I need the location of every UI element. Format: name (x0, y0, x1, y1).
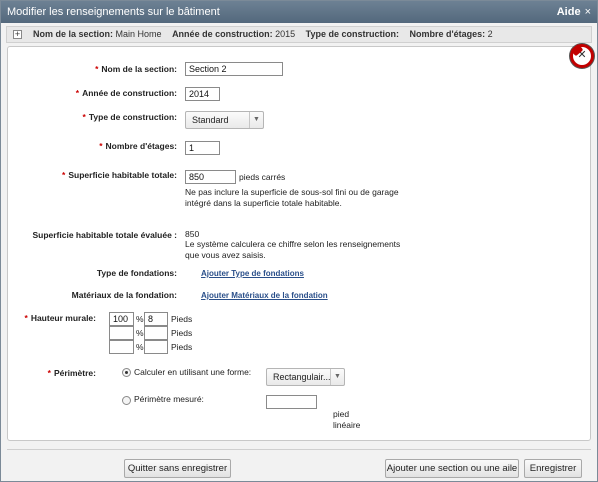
percent-sign: % (136, 342, 144, 352)
evaluated-area-label: Superficie habitable totale évaluée : (32, 230, 177, 240)
percent-sign: % (136, 314, 144, 324)
wall-height-label: * Hauteur murale: (24, 313, 97, 323)
chevron-down-icon[interactable]: ▼ (249, 112, 263, 128)
dialog-window: Modifier les renseignements sur le bâtim… (0, 0, 598, 482)
perimeter-measured-unit: pied linéaire (333, 409, 361, 430)
section-summary-bar: + Nom de la section: Main Home Année de … (6, 26, 592, 43)
living-area-unit: pieds carrés (239, 172, 286, 182)
percent-sign: % (136, 328, 144, 338)
wall-height-feet-input[interactable] (144, 340, 168, 354)
section-name-label: * Nom de la section: (95, 64, 177, 74)
feet-unit: Pieds (171, 342, 193, 352)
year-label: * Année de construction: (75, 88, 177, 98)
summary-section-value: Main Home (115, 29, 162, 39)
save-button[interactable]: Enregistrer (524, 459, 582, 478)
add-section-button[interactable]: Ajouter une section ou une aile (385, 459, 519, 478)
wall-height-feet-input[interactable] (144, 312, 168, 326)
perimeter-shape-radio[interactable] (122, 368, 131, 377)
chevron-down-icon[interactable]: ▼ (330, 369, 344, 385)
summary-floors-value: 2 (487, 29, 493, 39)
summary-type-label: Type de construction: (305, 29, 399, 39)
floors-input[interactable] (185, 141, 220, 155)
add-foundation-type-link[interactable]: Ajouter Type de fondations (201, 269, 304, 278)
close-icon[interactable]: × (585, 6, 591, 18)
summary-floors-label: Nombre d'étages: (409, 29, 486, 39)
section-name-input[interactable] (185, 62, 283, 76)
summary-year-value: 2015 (275, 29, 296, 39)
expand-icon[interactable]: + (13, 30, 22, 39)
quit-without-saving-button[interactable]: Quitter sans enregistrer (124, 459, 231, 478)
wall-height-percent-input[interactable] (109, 326, 134, 340)
living-area-note: Ne pas inclure la superficie de sous-sol… (185, 187, 399, 208)
summary-year-label: Année de construction: (172, 29, 273, 39)
perimeter-shape-option-label: Calculer en utilisant une forme: (134, 367, 252, 377)
feet-unit: Pieds (171, 314, 193, 324)
wall-height-percent-input[interactable] (109, 312, 134, 326)
construction-type-select[interactable]: Standard ▼ (185, 111, 264, 129)
add-foundation-material-link[interactable]: Ajouter Matériaux de la fondation (201, 291, 328, 300)
dialog-titlebar: Modifier les renseignements sur le bâtim… (1, 1, 597, 23)
summary-section-label: Nom de la section: (33, 29, 114, 39)
perimeter-label: * Périmètre: (47, 368, 96, 378)
footer-divider (7, 449, 591, 450)
floors-label: * Nombre d'étages: (99, 141, 177, 151)
wall-height-feet-input[interactable] (144, 326, 168, 340)
living-area-label: * Superficie habitable totale: (62, 170, 177, 180)
foundation-type-label: Type de fondations: (96, 268, 177, 278)
living-area-input[interactable] (185, 170, 236, 184)
close-badge-icon[interactable]: ✕ (570, 44, 594, 68)
feet-unit: Pieds (171, 328, 193, 338)
foundation-material-label: Matériaux de la fondation: (71, 290, 177, 300)
help-button[interactable]: Aide × (557, 1, 591, 23)
perimeter-measured-radio[interactable] (122, 396, 131, 405)
perimeter-shape-select[interactable]: Rectangulair... ▼ (266, 368, 345, 386)
dialog-title: Modifier les renseignements sur le bâtim… (7, 6, 220, 18)
evaluated-area-value: 850 (185, 229, 200, 239)
evaluated-area-note: Le système calculera ce chiffre selon le… (185, 239, 401, 260)
construction-type-value: Standard (192, 115, 229, 125)
year-input[interactable] (185, 87, 220, 101)
summary-items: Nom de la section: Main Home Année de co… (33, 27, 493, 42)
construction-type-label: * Type de construction: (82, 112, 177, 122)
wall-height-percent-input[interactable] (109, 340, 134, 354)
perimeter-shape-value: Rectangulair... (273, 372, 331, 382)
perimeter-measured-option-label: Périmètre mesuré: (134, 394, 204, 404)
help-label: Aide (556, 6, 581, 18)
